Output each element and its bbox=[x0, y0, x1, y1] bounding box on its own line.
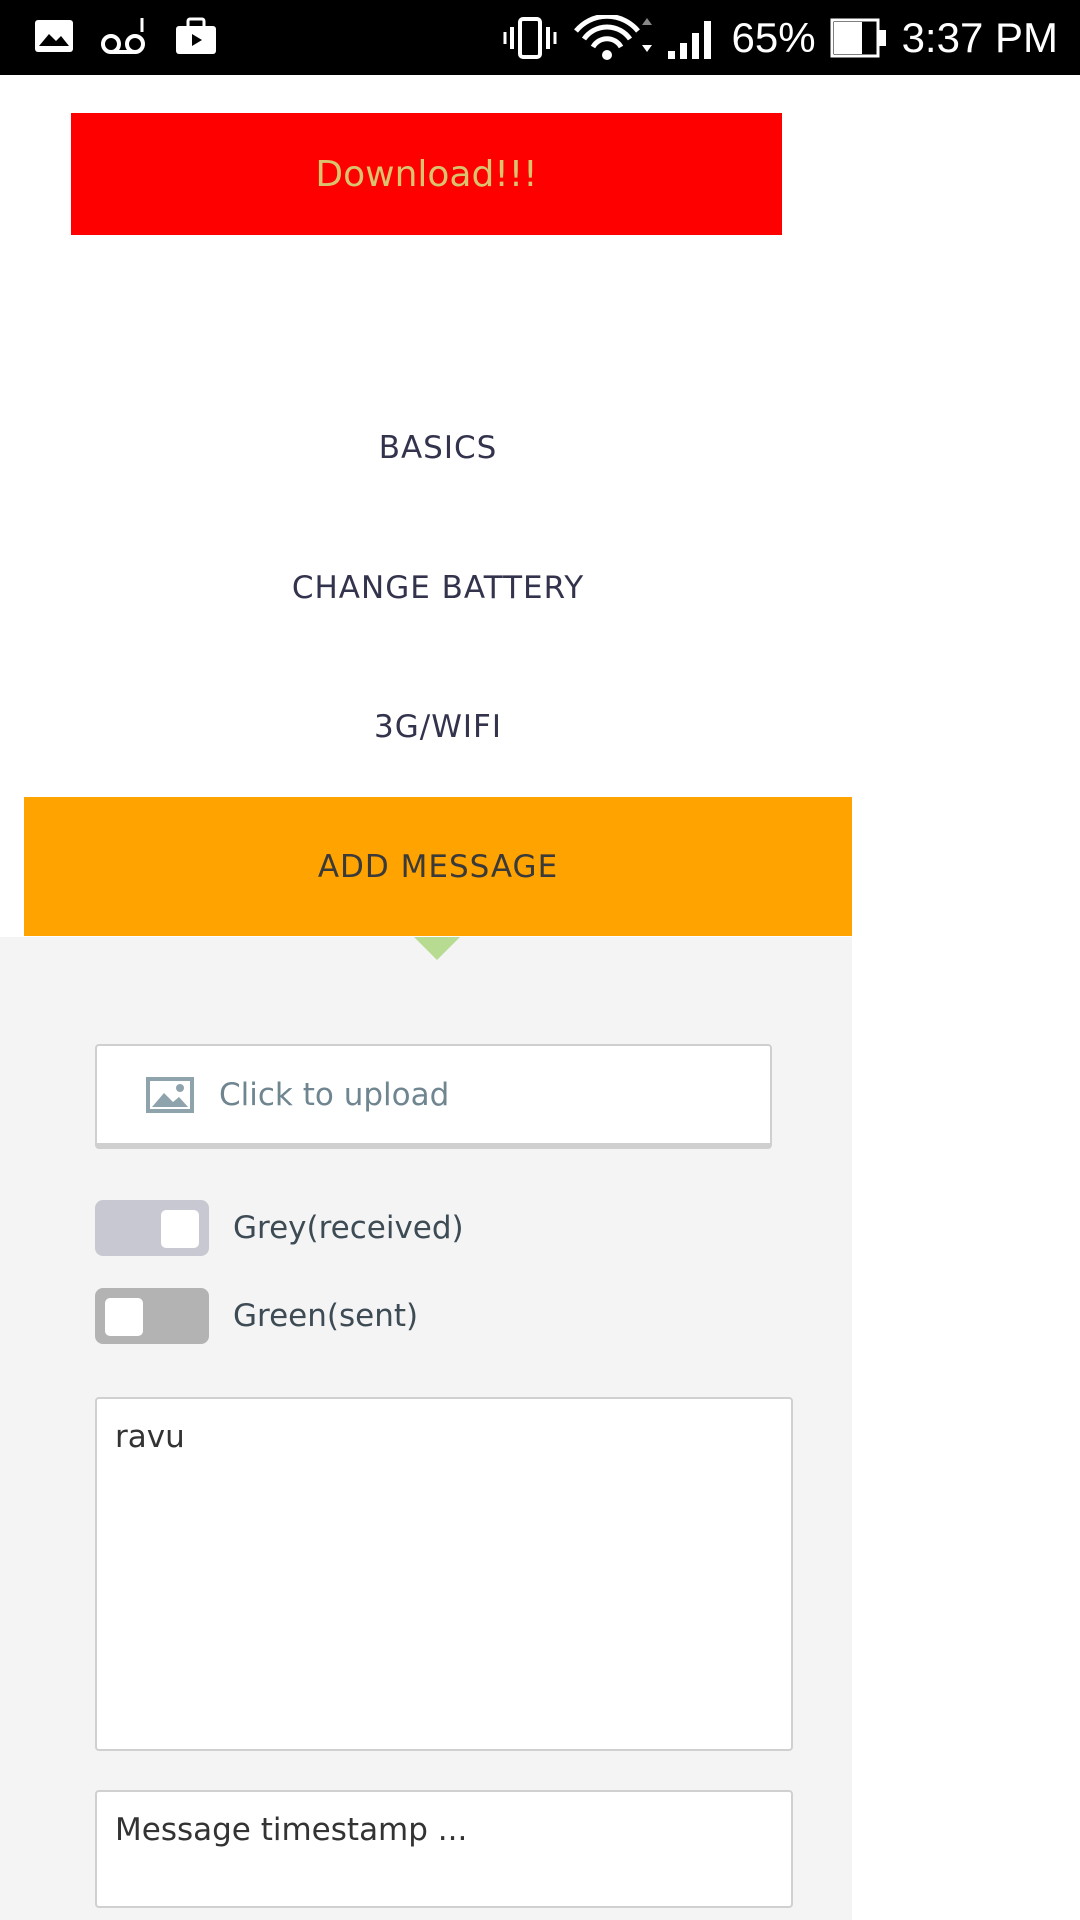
menu-item-3g-wifi[interactable]: 3G/WIFI bbox=[24, 657, 852, 796]
briefcase-icon bbox=[174, 16, 218, 56]
status-bar: 65% 3:37 PM bbox=[0, 0, 1080, 75]
green-sent-toggle[interactable] bbox=[95, 1288, 209, 1344]
signal-icon bbox=[666, 15, 718, 61]
toggle-knob bbox=[105, 1298, 143, 1336]
menu-item-add-message[interactable]: ADD MESSAGE bbox=[24, 797, 852, 936]
download-button[interactable]: Download!!! bbox=[71, 113, 782, 235]
clock: 3:37 PM bbox=[901, 13, 1058, 61]
grey-received-label: Grey(received) bbox=[233, 1210, 464, 1246]
toggle-knob bbox=[161, 1210, 199, 1248]
vibrate-icon bbox=[502, 15, 558, 61]
message-timestamp-field[interactable]: Message timestamp ... bbox=[95, 1790, 793, 1908]
toggle-row-green: Green(sent) bbox=[95, 1288, 418, 1344]
menu-item-basics[interactable]: BASICS bbox=[24, 378, 852, 517]
upload-label: Click to upload bbox=[219, 1076, 450, 1113]
gallery-icon bbox=[34, 18, 74, 54]
active-indicator-caret bbox=[414, 937, 460, 960]
grey-received-toggle[interactable] bbox=[95, 1200, 209, 1256]
wifi-icon bbox=[572, 14, 652, 61]
green-sent-label: Green(sent) bbox=[233, 1298, 419, 1334]
upload-button[interactable]: Click to upload bbox=[95, 1044, 772, 1149]
menu-item-change-battery[interactable]: CHANGE BATTERY bbox=[24, 518, 852, 657]
image-icon bbox=[145, 1075, 195, 1115]
voicemail-icon bbox=[100, 16, 148, 56]
toggle-row-grey: Grey(received) bbox=[95, 1200, 464, 1256]
battery-percent: 65% bbox=[731, 13, 816, 61]
message-textarea[interactable]: ravu bbox=[95, 1397, 793, 1751]
battery-icon bbox=[830, 18, 888, 58]
